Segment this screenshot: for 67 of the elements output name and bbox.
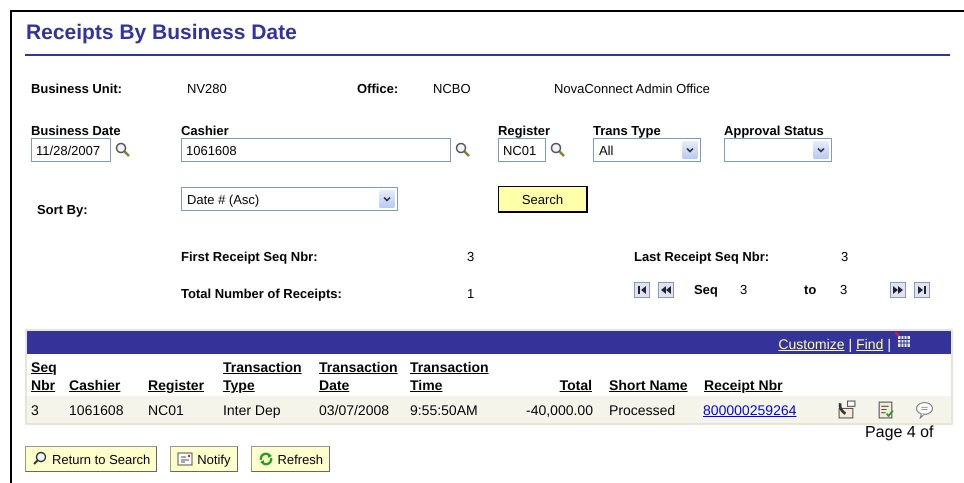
column-header[interactable]: Transaction Type — [223, 358, 319, 394]
seq-value: 3 — [740, 282, 748, 297]
field-label: Business Unit: — [31, 81, 124, 96]
field-label: Cashier — [181, 123, 230, 138]
table-cell-text: 1061608 — [69, 402, 125, 418]
trans-type-dropdown[interactable]: All — [593, 138, 701, 162]
field-label: Sort By: — [36, 202, 89, 217]
column-header[interactable]: Receipt Nbr — [704, 376, 832, 394]
magnifier-icon — [32, 451, 48, 467]
seq-value: 3 — [840, 282, 848, 297]
column-header[interactable]: Total — [505, 376, 609, 394]
register-field[interactable]: NC01 — [498, 138, 546, 162]
summary-value: 3 — [467, 249, 476, 264]
field-label: Trans Type — [593, 123, 662, 138]
table-cell-text: Inter Dep — [223, 402, 282, 418]
column-header[interactable]: Cashier — [69, 376, 148, 394]
column-header[interactable]: Transaction Time — [410, 358, 505, 394]
field-value: NovaConnect Admin Office — [554, 81, 710, 96]
cashier-field[interactable]: 1061608 — [181, 138, 451, 162]
search-icon[interactable] — [550, 142, 566, 158]
comment-icon[interactable] — [915, 400, 934, 419]
next-page-icon[interactable] — [890, 282, 906, 298]
summary-label: Last Receipt Seq Nbr: — [634, 249, 770, 264]
grid-link[interactable]: Customize — [778, 336, 844, 354]
field-label: Approval Status — [724, 123, 825, 138]
page-indicator: Page 4 of — [865, 424, 934, 442]
search-icon[interactable] — [115, 142, 131, 158]
last-page-icon[interactable] — [914, 282, 930, 298]
notepad-icon — [177, 451, 194, 467]
seq-label: Seq — [694, 282, 719, 297]
summary-label: Total Number of Receipts: — [181, 286, 343, 301]
grid-link[interactable]: Find — [856, 336, 884, 354]
table-cell-text: NC01 — [148, 402, 185, 418]
field-value: NV280 — [187, 81, 228, 96]
return-button[interactable]: Return to Search — [25, 446, 158, 472]
column-header[interactable]: Short Name — [609, 376, 704, 394]
summary-value: 3 — [841, 249, 848, 264]
first-page-icon[interactable] — [634, 282, 650, 298]
notify-button[interactable]: Notify — [170, 446, 238, 472]
search-button[interactable]: Search — [498, 186, 588, 213]
search-icon[interactable] — [455, 142, 471, 158]
to-label: to — [804, 282, 818, 297]
summary-label: First Receipt Seq Nbr: — [181, 249, 319, 264]
sort-dropdown[interactable]: Date # (Asc) — [181, 187, 398, 211]
column-header[interactable]: Register — [148, 376, 223, 394]
field-label: Business Date — [31, 123, 122, 138]
separator: | — [848, 336, 852, 354]
table-cell-text: 3 — [30, 402, 40, 418]
checklist-icon[interactable] — [876, 400, 895, 419]
table-cell-text: Processed — [609, 402, 676, 418]
refresh-icon — [258, 451, 274, 467]
summary-value: 1 — [467, 286, 476, 301]
field-label: Register — [498, 123, 552, 138]
phone-note-icon[interactable] — [837, 400, 856, 419]
field-value: NCBO — [433, 81, 472, 96]
column-header[interactable]: Seq Nbr — [27, 358, 69, 394]
field-label: Office: — [357, 81, 400, 96]
separator: | — [887, 336, 891, 354]
table-cell-text: 03/07/2008 — [319, 402, 390, 418]
receipt-link[interactable]: 800000259264 — [703, 402, 831, 418]
refresh-button[interactable]: Refresh — [250, 446, 330, 472]
table-cell-text: -40,000.00 — [525, 402, 593, 418]
date-field[interactable]: 11/28/2007 — [31, 138, 111, 162]
column-header[interactable]: Transaction Date — [319, 358, 410, 394]
table-cell-text: 9:55:50AM — [410, 402, 479, 418]
page-title: Receipts By Business Date — [25, 20, 298, 46]
previous-page-icon[interactable] — [658, 282, 674, 298]
